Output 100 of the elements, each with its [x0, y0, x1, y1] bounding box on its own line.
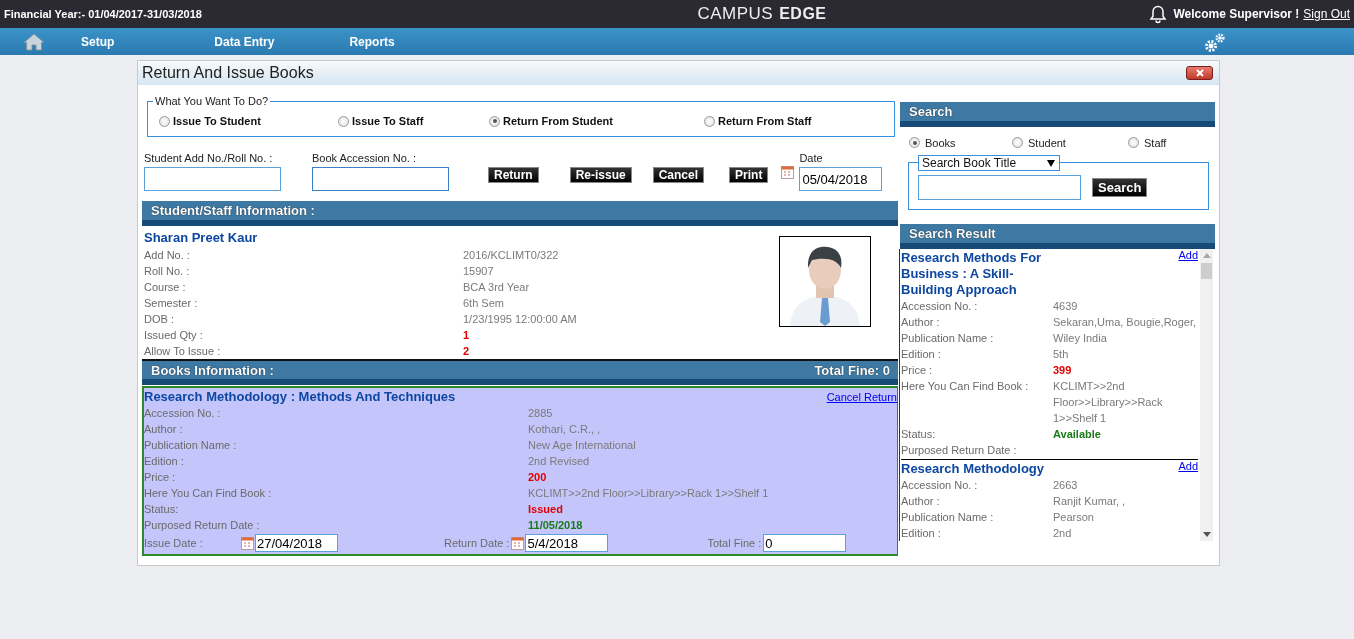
field-label: Publication Name :: [901, 510, 995, 525]
field-label: Total Fine :: [707, 537, 762, 549]
field-value: Issued: [528, 502, 563, 517]
field-label: Issued Qty :: [144, 328, 204, 343]
calendar-icon[interactable]: [241, 536, 254, 550]
field-value: 399: [1053, 363, 1073, 378]
sign-out-link[interactable]: Sign Out: [1303, 7, 1350, 21]
radio-button[interactable]: [1012, 137, 1023, 148]
search-field[interactable]: [918, 175, 1081, 200]
book-title: Research Methodology: [901, 461, 1046, 477]
section-title: Search Result: [909, 226, 996, 241]
close-button[interactable]: [1186, 66, 1213, 80]
field-label: Price :: [901, 363, 934, 378]
field-label: Date: [799, 152, 824, 164]
field-value: 2885: [528, 406, 553, 421]
calendar-icon[interactable]: [511, 536, 525, 550]
field-value: Wiley India: [1053, 331, 1108, 346]
book-title: Research Methods For Business : A Skill-Building Approach: [901, 250, 1043, 298]
nav-item[interactable]: Data Entry: [214, 34, 275, 49]
field-label: Edition :: [144, 454, 185, 469]
home-icon[interactable]: [23, 32, 45, 51]
action-button[interactable]: Print: [729, 167, 769, 183]
input-field[interactable]: [312, 167, 449, 191]
field-value: 2nd: [1053, 526, 1073, 541]
cancel-return-link[interactable]: Cancel Return: [826, 390, 897, 403]
book-title: Research Methodology : Methods And Techniques: [144, 389, 456, 404]
group-legend: What You Want To Do?: [153, 95, 271, 107]
field-label: Semester :: [144, 296, 199, 311]
field-label: Purposed Return Date :: [901, 443, 1018, 458]
radio-button[interactable]: [909, 137, 920, 148]
date-field[interactable]: 05/04/2018: [799, 167, 883, 191]
field-label: Edition :: [901, 347, 942, 362]
action-button[interactable]: Re-issue: [569, 167, 632, 183]
field-label: Roll No. :: [144, 264, 191, 279]
radio-button[interactable]: [1128, 137, 1139, 148]
add-link[interactable]: Add: [1178, 460, 1198, 472]
field-label: Author :: [901, 494, 941, 509]
field-label: Add No. :: [144, 248, 191, 263]
field-label: Accession No. :: [901, 478, 979, 493]
field-label: Here You Can Find Book :: [901, 379, 1030, 394]
field-label: Here You Can Find Book :: [144, 486, 273, 501]
action-button[interactable]: Return: [488, 167, 539, 183]
field-label: Accession No. :: [144, 406, 222, 421]
radio-button[interactable]: [338, 115, 349, 127]
field-value: 11/05/2018: [528, 518, 583, 533]
field-label: Author :: [901, 315, 941, 330]
field-value: Ranjit Kumar, ,: [1053, 494, 1127, 509]
date-field[interactable]: 5/4/2018: [525, 534, 609, 552]
field-label: Course :: [144, 280, 187, 295]
date-field[interactable]: 27/04/2018: [255, 534, 338, 552]
field-label: DOB :: [144, 312, 175, 327]
settings-icon[interactable]: [1203, 31, 1227, 54]
scroll-down-icon[interactable]: [1202, 532, 1211, 537]
field-label: Accession No. :: [901, 299, 979, 314]
field-value: 2663: [1053, 478, 1079, 493]
field-label: Allow To Issue :: [144, 344, 222, 359]
section-title: Student/Staff Information :: [151, 203, 315, 218]
field-value: Sekaran,Uma, Bougie,Roger,: [1053, 315, 1198, 330]
field-value: 5th: [1053, 347, 1070, 362]
search-button[interactable]: Search: [1092, 178, 1148, 197]
search-type-dropdown[interactable]: Search Book Title: [918, 155, 1060, 171]
section-title: Search: [909, 104, 953, 119]
radio-button[interactable]: [159, 115, 170, 127]
field-value: KCLIMT>>2nd Floor>>Library>>Rack 1>>Shelf 1: [528, 486, 769, 501]
add-link[interactable]: Add: [1178, 249, 1198, 261]
close-icon[interactable]: [1194, 69, 1205, 77]
field-label: Status:: [901, 427, 937, 442]
field-label: Author :: [144, 422, 184, 437]
field-value: 1/23/1995 12:00:00 AM: [463, 312, 577, 327]
action-button[interactable]: Cancel: [652, 167, 705, 183]
field-label: Status:: [144, 502, 180, 517]
student-name: Sharan Preet Kaur: [144, 230, 259, 247]
field-value: Available: [1053, 427, 1102, 442]
dialog-title: Return And Issue Books: [142, 64, 314, 82]
field-label: Purposed Return Date :: [144, 518, 261, 533]
field-value: 2016/KCLIMT0/322: [463, 248, 559, 263]
field-label: Issue Date :: [144, 537, 204, 549]
radio-button[interactable]: [704, 115, 715, 127]
field-value: Kothari, C.R., ,: [528, 422, 601, 437]
radio-button[interactable]: [489, 115, 500, 127]
calendar-icon[interactable]: [781, 166, 795, 179]
radio-label: Student: [1028, 136, 1066, 149]
field-label: Book Accession No. :: [312, 152, 417, 164]
bell-icon[interactable]: [1149, 4, 1168, 24]
input-field[interactable]: [144, 167, 281, 191]
field-value: 1: [463, 328, 470, 343]
scrollbar[interactable]: [1200, 249, 1213, 541]
caret-icon[interactable]: [1047, 159, 1055, 167]
fine-field[interactable]: 0: [763, 534, 847, 552]
radio-label: Issue To Student: [173, 115, 261, 127]
field-label: Return Date :: [444, 537, 510, 549]
nav-item[interactable]: Setup: [81, 34, 115, 49]
nav-item[interactable]: Reports: [349, 34, 395, 49]
field-value: KCLIMT>>2nd Floor>>Library>>Rack 1>>Shelf 1: [1053, 379, 1164, 426]
field-value: 2nd Revised: [528, 454, 590, 469]
field-label: Publication Name :: [901, 331, 995, 346]
scroll-thumb[interactable]: [1201, 263, 1212, 279]
field-label: Price :: [144, 470, 177, 485]
scroll-up-icon[interactable]: [1202, 253, 1211, 258]
field-value: 2: [463, 344, 470, 359]
